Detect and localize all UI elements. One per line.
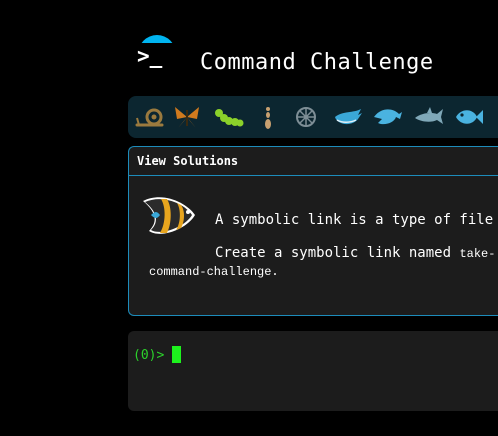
- challenge-panel: View Solutions A symbolic link is a type…: [128, 146, 498, 316]
- app-title: Command Challenge: [200, 50, 434, 75]
- view-solutions-link[interactable]: View Solutions: [137, 147, 238, 176]
- terminal-prompt: (0)>: [133, 348, 165, 363]
- level-selector: [128, 96, 498, 138]
- sand-dollar-icon[interactable]: [290, 101, 322, 133]
- butterfly-icon[interactable]: [171, 101, 203, 133]
- app-logo-icon: >_: [134, 33, 180, 79]
- whale-icon[interactable]: [332, 101, 364, 133]
- task-period: .: [271, 264, 279, 278]
- snail-icon[interactable]: [134, 101, 166, 133]
- dolphin-icon[interactable]: [372, 101, 404, 133]
- caterpillar-icon[interactable]: [212, 101, 244, 133]
- terminal-cursor[interactable]: [172, 346, 181, 363]
- shark-icon[interactable]: [413, 101, 445, 133]
- terminal[interactable]: (0)>: [128, 331, 498, 411]
- ant-icon[interactable]: [252, 101, 284, 133]
- angelfish-icon: [141, 193, 197, 239]
- task-filename-code-continued: command-challenge: [149, 265, 272, 279]
- challenge-description: A symbolic link is a type of file: [215, 212, 494, 228]
- task-text: Create a symbolic link named: [215, 245, 460, 261]
- task-filename-code: take-: [459, 247, 496, 261]
- panel-header: View Solutions: [129, 147, 498, 176]
- fish-icon[interactable]: [453, 101, 485, 133]
